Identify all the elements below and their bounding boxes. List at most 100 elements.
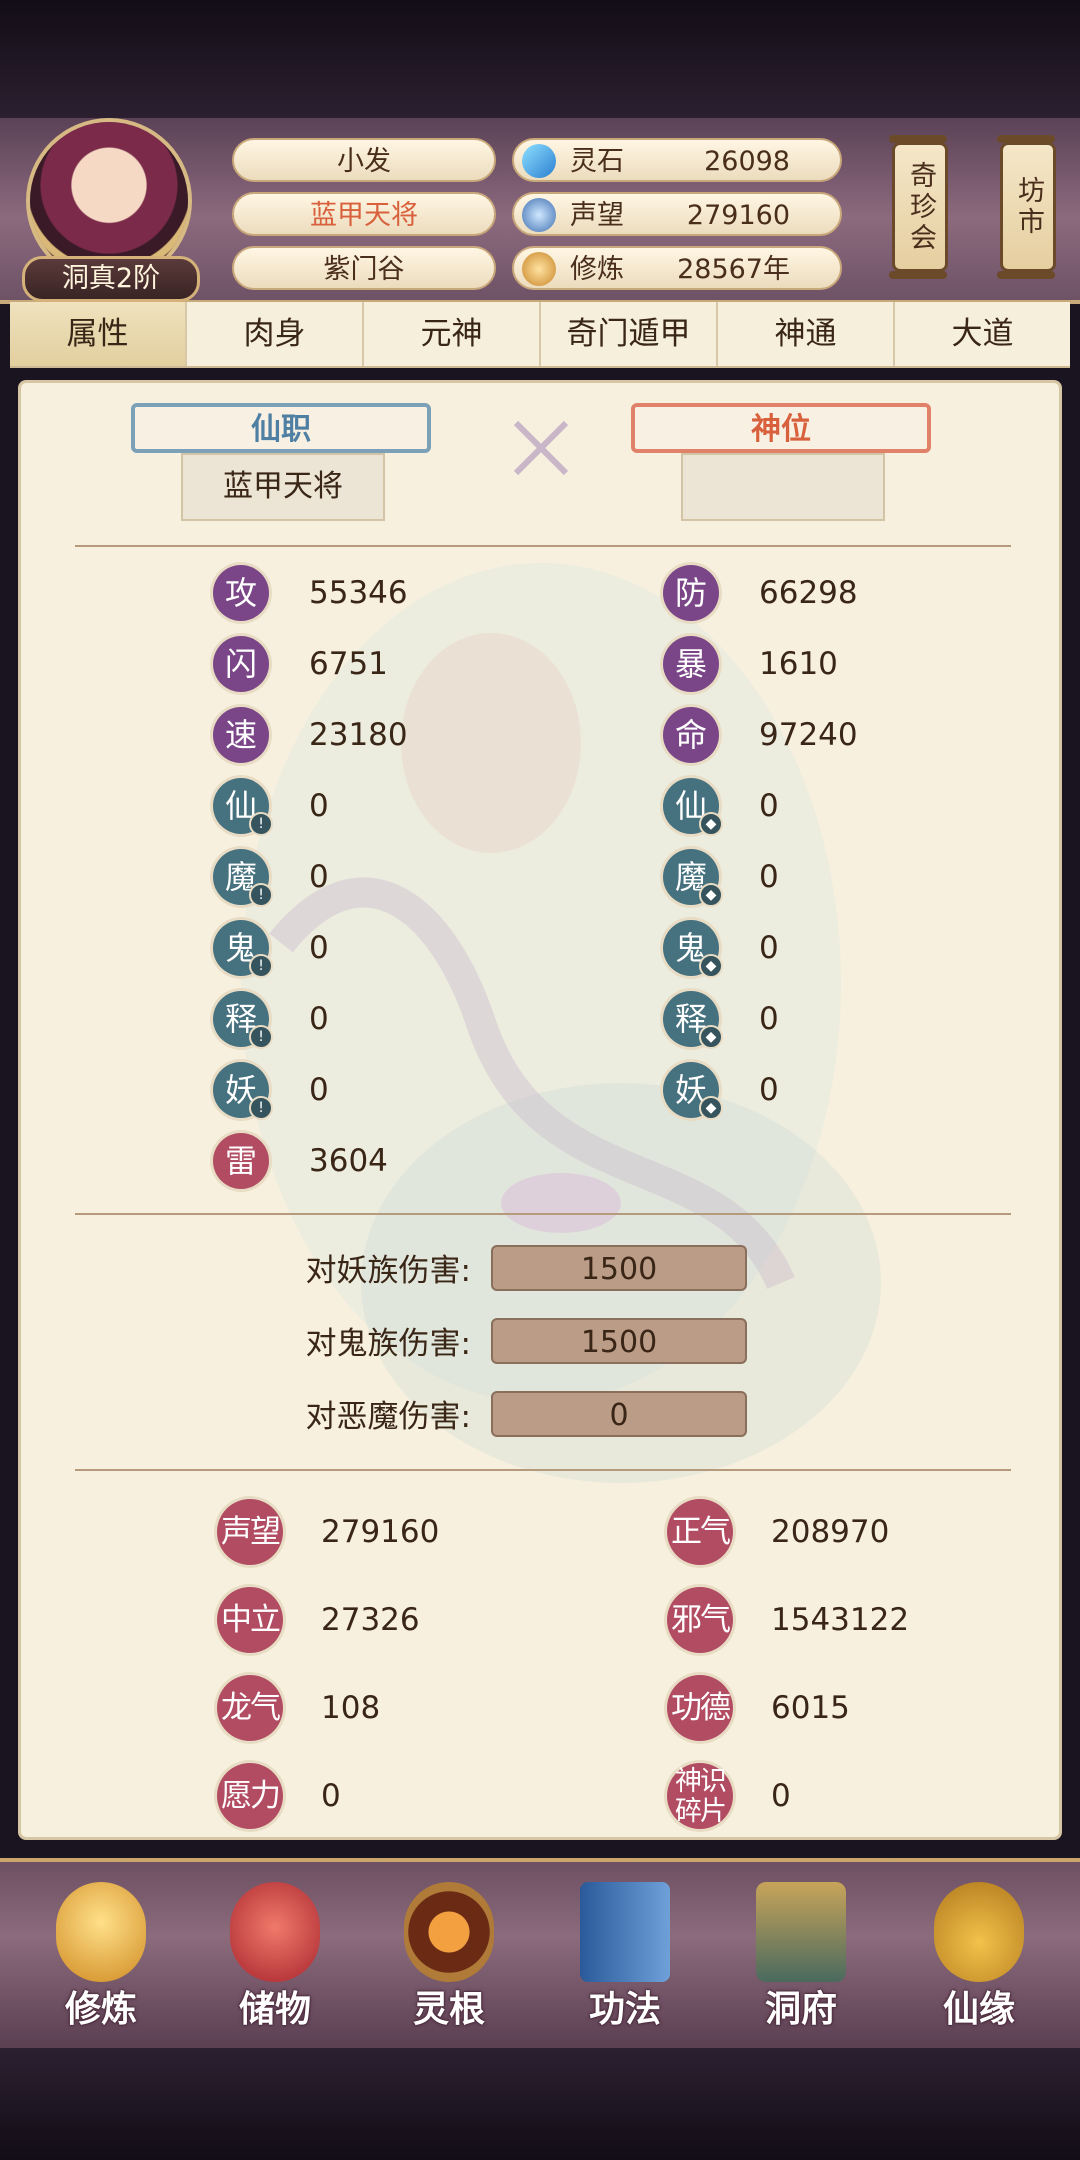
nav-spirit-root[interactable]: 灵根 xyxy=(384,1882,514,2032)
market-button[interactable]: 坊市 xyxy=(997,135,1056,279)
tab-divine-powers[interactable]: 神通 xyxy=(718,302,895,366)
cultivation-icon xyxy=(522,252,556,286)
attr-badge: 妖! xyxy=(213,1062,273,1120)
rank-label: 洞真2阶 xyxy=(22,256,200,302)
rep-value: 1543122 xyxy=(771,1602,910,1638)
attr-value: 0 xyxy=(309,859,329,895)
cave-house-icon xyxy=(756,1882,846,1982)
rep-badge: 神识碎片 xyxy=(667,1763,733,1829)
crossed-swords-icon xyxy=(506,413,576,483)
attack-marker-icon: ! xyxy=(249,954,273,978)
nav-cultivate[interactable]: 修炼 xyxy=(36,1882,166,2032)
rep-badge: 功德 xyxy=(667,1675,733,1741)
rep-value: 108 xyxy=(321,1690,381,1726)
rep-value: 208970 xyxy=(771,1514,890,1550)
tab-body[interactable]: 肉身 xyxy=(187,302,364,366)
tab-attributes[interactable]: 属性 xyxy=(10,302,187,366)
player-sect: 紫门谷 xyxy=(232,246,496,290)
rep-badge: 正气 xyxy=(667,1499,733,1565)
stat-value: 28567年 xyxy=(677,254,790,285)
cultivate-icon xyxy=(56,1882,146,1982)
player-header: 洞真2阶 小发 蓝甲天将 紫门谷 灵石 26098 声望 279160 修炼 2… xyxy=(0,118,1080,304)
rep-value: 27326 xyxy=(321,1602,420,1638)
rep-value: 0 xyxy=(321,1778,341,1814)
immortal-office-value: 蓝甲天将 xyxy=(181,453,385,521)
tab-qimen[interactable]: 奇门遁甲 xyxy=(541,302,718,366)
nav-technique[interactable]: 功法 xyxy=(560,1882,690,2032)
attr-value: 0 xyxy=(759,859,779,895)
rep-badge: 愿力 xyxy=(217,1763,283,1829)
spirit-root-icon xyxy=(404,1882,494,1982)
stat-cultivation: 修炼 28567年 xyxy=(512,246,842,290)
damage-label: 对恶魔伤害: xyxy=(305,1399,471,1435)
attack-marker-icon: ! xyxy=(249,1096,273,1120)
attr-value: 0 xyxy=(309,788,329,824)
player-name: 小发 xyxy=(232,138,496,182)
damage-value: 0 xyxy=(491,1391,747,1437)
divine-position-value xyxy=(681,453,885,521)
nav-cave-house[interactable]: 洞府 xyxy=(736,1882,866,2032)
stat-value: 279160 xyxy=(686,200,790,231)
shield-icon: ◆ xyxy=(699,954,723,978)
attr-value: 66298 xyxy=(759,575,858,611)
stat-value: 26098 xyxy=(704,146,790,177)
attr-value: 0 xyxy=(759,930,779,966)
shield-icon: ◆ xyxy=(699,812,723,836)
nav-label: 功法 xyxy=(588,1988,661,2030)
prestige-icon xyxy=(522,198,556,232)
attr-badge: 仙! xyxy=(213,778,273,836)
attr-value: 6751 xyxy=(309,646,388,682)
attr-value: 97240 xyxy=(759,717,858,753)
rep-badge: 中立 xyxy=(217,1587,283,1653)
divider xyxy=(75,1469,1011,1471)
attr-badge: 攻 xyxy=(213,565,269,621)
attack-marker-icon: ! xyxy=(249,1025,273,1049)
attr-badge: 暴 xyxy=(663,636,719,692)
rep-value: 0 xyxy=(771,1778,791,1814)
treasure-auction-button[interactable]: 奇珍会 xyxy=(889,135,948,279)
attr-value: 0 xyxy=(309,1072,329,1108)
shield-icon: ◆ xyxy=(699,1096,723,1120)
attr-value: 3604 xyxy=(309,1143,388,1179)
rep-badge: 邪气 xyxy=(667,1587,733,1653)
attr-value: 0 xyxy=(759,788,779,824)
attack-marker-icon: ! xyxy=(249,812,273,836)
damage-value: 1500 xyxy=(491,1245,747,1291)
immortal-office-title: 仙职 xyxy=(131,403,431,453)
bottom-spacer xyxy=(0,2048,1080,2160)
tab-great-dao[interactable]: 大道 xyxy=(895,302,1070,366)
stat-label: 修炼 xyxy=(570,254,624,285)
nav-storage[interactable]: 储物 xyxy=(210,1882,340,2032)
attr-value: 1610 xyxy=(759,646,838,682)
spirit-stone-icon xyxy=(522,144,556,178)
attr-badge: 雷 xyxy=(213,1133,269,1189)
attr-value: 0 xyxy=(309,1001,329,1037)
attr-value: 0 xyxy=(759,1072,779,1108)
nav-label: 储物 xyxy=(238,1988,311,2030)
attr-badge: 释 ◆ xyxy=(663,991,723,1049)
damage-label: 对妖族伤害: xyxy=(305,1253,471,1289)
rep-value: 6015 xyxy=(771,1690,850,1726)
destiny-gourd-icon xyxy=(934,1882,1024,1982)
stat-label: 声望 xyxy=(570,200,624,231)
attr-badge: 魔! xyxy=(213,849,273,907)
tab-spirit[interactable]: 元神 xyxy=(364,302,541,366)
shield-icon: ◆ xyxy=(699,1025,723,1049)
divine-position-title: 神位 xyxy=(631,403,931,453)
attr-value: 23180 xyxy=(309,717,408,753)
attr-badge: 魔 ◆ xyxy=(663,849,723,907)
divider xyxy=(75,545,1011,547)
attr-badge: 妖 ◆ xyxy=(663,1062,723,1120)
nav-label: 修炼 xyxy=(64,1988,137,2030)
damage-value: 1500 xyxy=(491,1318,747,1364)
attr-badge: 闪 xyxy=(213,636,269,692)
nav-destiny[interactable]: 仙缘 xyxy=(914,1882,1044,2032)
attr-badge: 鬼 ◆ xyxy=(663,920,723,978)
storage-bag-icon xyxy=(230,1882,320,1982)
rep-value: 279160 xyxy=(321,1514,440,1550)
attr-badge: 命 xyxy=(663,707,719,763)
attack-marker-icon: ! xyxy=(249,883,273,907)
stat-prestige: 声望 279160 xyxy=(512,192,842,236)
rep-badge: 龙气 xyxy=(217,1675,283,1741)
attr-badge: 防 xyxy=(663,565,719,621)
